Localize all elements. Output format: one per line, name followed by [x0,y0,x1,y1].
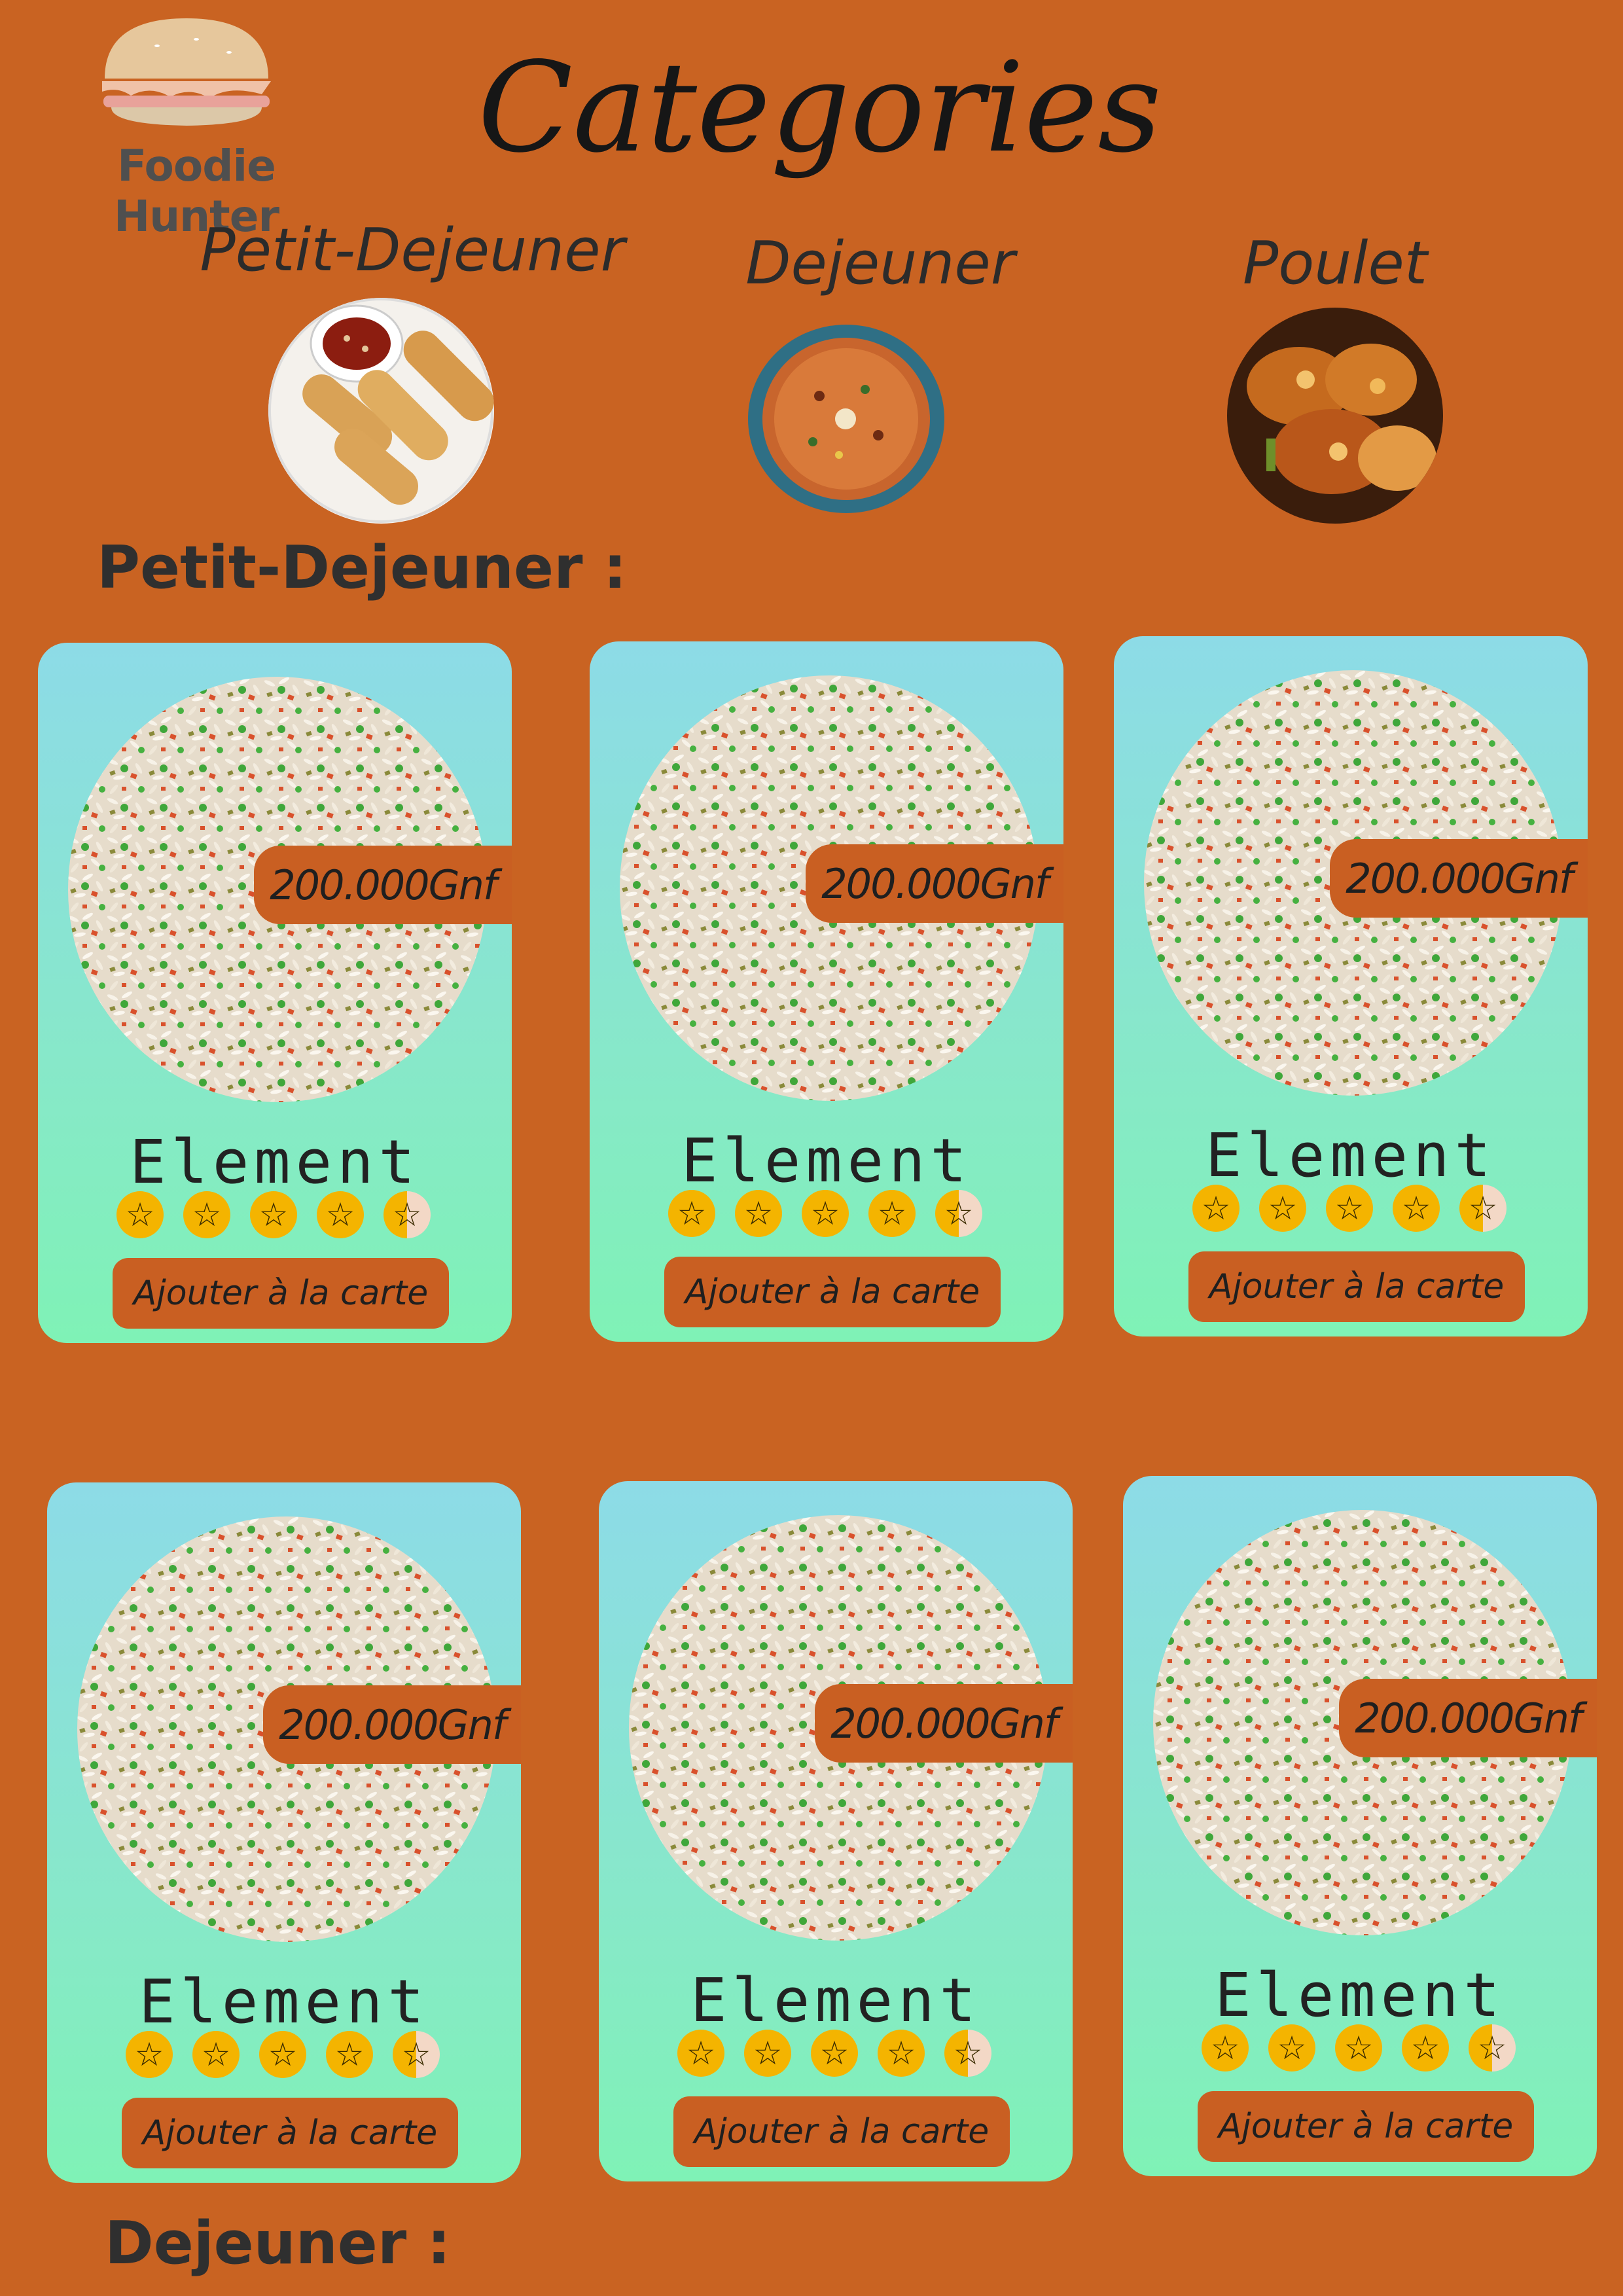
category-image-poulet[interactable] [1227,308,1443,524]
star-icon[interactable]: ☆ [1402,2024,1449,2072]
add-to-cart-button[interactable]: Ajouter à la carte [1188,1251,1525,1322]
star-icon[interactable]: ☆ [1335,2024,1382,2072]
spring-rolls-image [268,298,494,524]
star-icon[interactable]: ☆ [1326,1185,1373,1232]
price-tag: 200.000Gnf [263,1685,521,1764]
product-name: Element [681,1126,972,1196]
star-icon[interactable]: ☆ [1192,1185,1240,1232]
star-icon[interactable]: ☆ [744,2030,791,2077]
star-half-icon[interactable]: ☆ [393,2031,440,2078]
star-icon[interactable]: ☆ [317,1191,364,1238]
star-icon[interactable]: ☆ [668,1190,715,1237]
star-icon[interactable]: ☆ [802,1190,849,1237]
burger-logo-icon [102,18,271,126]
star-icon[interactable]: ☆ [116,1191,164,1238]
add-to-cart-button[interactable]: Ajouter à la carte [113,1258,449,1329]
rating-stars[interactable]: ☆ ☆ ☆ ☆ ☆ [1192,1185,1507,1237]
star-icon[interactable]: ☆ [126,2031,173,2078]
brand-logo[interactable]: Foodie Hunter [39,13,353,242]
star-half-icon[interactable]: ☆ [944,2030,991,2077]
price-tag: 200.000Gnf [1330,839,1588,918]
category-image-dejeuner[interactable] [747,324,945,514]
add-to-cart-button[interactable]: Ajouter à la carte [1198,2091,1534,2162]
star-icon[interactable]: ☆ [735,1190,782,1237]
rating-stars[interactable]: ☆ ☆ ☆ ☆ ☆ [116,1191,431,1244]
rating-stars[interactable]: ☆ ☆ ☆ ☆ ☆ [677,2030,991,2082]
product-card[interactable]: 200.000Gnf Element ☆ ☆ ☆ ☆ ☆ Ajouter à la ca… [599,1481,1073,2181]
add-to-cart-button[interactable]: Ajouter à la carte [664,1257,1001,1327]
product-card[interactable]: 200.000Gnf Element ☆ ☆ ☆ ☆ ☆ Ajouter à la ca… [590,641,1063,1342]
grilled-chicken-image [1227,308,1443,524]
price-tag: 200.000Gnf [1339,1679,1597,1757]
star-icon[interactable]: ☆ [259,2031,306,2078]
jollof-rice-image [748,325,944,513]
product-name: Element [1215,1960,1505,2030]
rating-stars[interactable]: ☆ ☆ ☆ ☆ ☆ [126,2031,440,2083]
star-half-icon[interactable]: ☆ [1469,2024,1516,2072]
star-icon[interactable]: ☆ [811,2030,858,2077]
star-icon[interactable]: ☆ [192,2031,240,2078]
product-name: Element [139,1967,429,2037]
category-label-poulet[interactable]: Poulet [1152,229,1518,298]
category-label-dejeuner[interactable]: Dejeuner [687,229,1073,298]
product-card[interactable]: 200.000Gnf Element ☆ ☆ ☆ ☆ ☆ Ajouter à la ca… [47,1482,521,2183]
star-icon[interactable]: ☆ [1259,1185,1306,1232]
product-card[interactable]: 200.000Gnf Element ☆ ☆ ☆ ☆ ☆ Ajouter à la ca… [1114,636,1588,1336]
page-title: Categories [478,35,1162,180]
star-half-icon[interactable]: ☆ [383,1191,431,1238]
star-icon[interactable]: ☆ [1393,1185,1440,1232]
add-to-cart-button[interactable]: Ajouter à la carte [673,2096,1010,2167]
rating-stars[interactable]: ☆ ☆ ☆ ☆ ☆ [668,1190,982,1242]
section-heading-petit-dejeuner: Petit-Dejeuner : [97,533,627,602]
star-icon[interactable]: ☆ [326,2031,373,2078]
price-tag: 200.000Gnf [806,844,1063,923]
star-half-icon[interactable]: ☆ [1459,1185,1507,1232]
product-name: Element [690,1965,981,2036]
section-heading-dejeuner: Dejeuner : [105,2209,451,2278]
product-card[interactable]: 200.000Gnf Element ☆ ☆ ☆ ☆ ☆ Ajouter à la ca… [1123,1476,1597,2176]
category-image-petit-dejeuner[interactable] [268,298,494,524]
category-label-petit-dejeuner[interactable]: Petit-Dejeuner [196,216,628,285]
price-tag: 200.000Gnf [815,1684,1073,1763]
star-icon[interactable]: ☆ [1268,2024,1315,2072]
star-icon[interactable]: ☆ [1202,2024,1249,2072]
star-icon[interactable]: ☆ [868,1190,916,1237]
star-icon[interactable]: ☆ [183,1191,230,1238]
product-name: Element [1205,1121,1496,1191]
star-icon[interactable]: ☆ [878,2030,925,2077]
star-icon[interactable]: ☆ [250,1191,297,1238]
product-card[interactable]: 200.000Gnf Element ☆ ☆ ☆ ☆ ☆ Ajouter à la ca… [38,643,512,1343]
price-tag: 200.000Gnf [254,846,512,924]
star-half-icon[interactable]: ☆ [935,1190,982,1237]
star-icon[interactable]: ☆ [677,2030,724,2077]
add-to-cart-button[interactable]: Ajouter à la carte [122,2098,458,2168]
product-name: Element [130,1127,420,1197]
rating-stars[interactable]: ☆ ☆ ☆ ☆ ☆ [1202,2024,1516,2077]
